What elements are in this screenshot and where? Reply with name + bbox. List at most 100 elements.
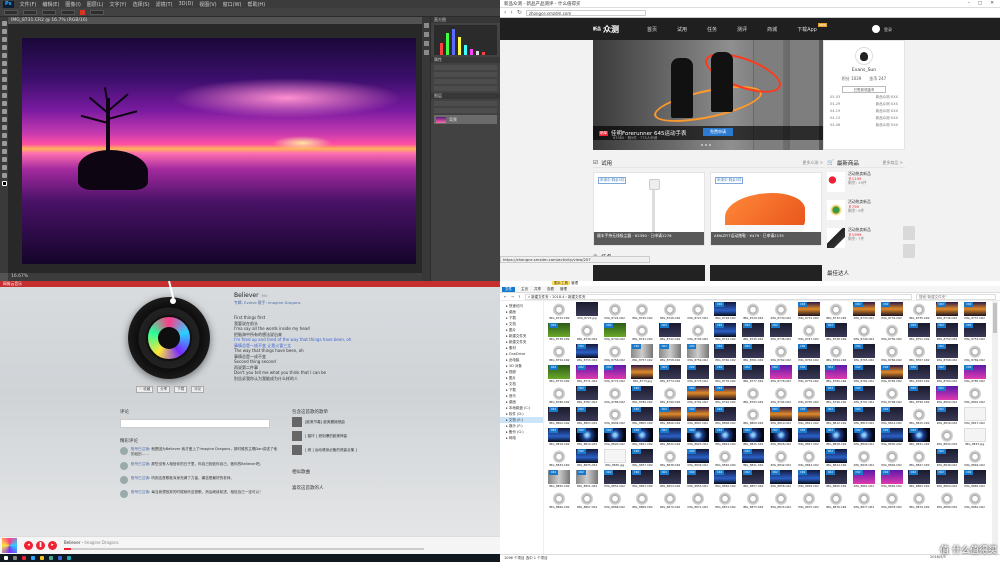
file-thumbnail[interactable]: IMG_8866.CR2 bbox=[546, 490, 573, 511]
avatar[interactable] bbox=[120, 476, 128, 485]
file-thumbnail[interactable]: CR2 IMG_8850.CR2 bbox=[546, 469, 573, 490]
file-thumbnail[interactable]: CR2 IMG_8734.CR2 bbox=[878, 301, 905, 322]
mv-tag[interactable]: MV bbox=[262, 293, 268, 298]
carousel-dot[interactable] bbox=[705, 144, 707, 146]
photoshop-app-icon[interactable] bbox=[31, 556, 35, 560]
eyedropper-tool-icon[interactable] bbox=[1, 61, 7, 66]
ps-canvas-area[interactable] bbox=[8, 24, 422, 273]
file-thumbnail[interactable]: IMG_8876.CR2 bbox=[823, 490, 850, 511]
nav-tree-item[interactable]: ▸ 网络 bbox=[500, 435, 543, 441]
music-app-icon[interactable] bbox=[22, 556, 26, 560]
file-thumbnail[interactable]: CR2 IMG_8731.CR2 bbox=[795, 301, 822, 322]
file-thumbnail[interactable]: CR2 IMG_8811.CR2 bbox=[795, 406, 822, 427]
file-thumbnail[interactable]: IMG_8795.CR2 bbox=[795, 385, 822, 406]
type-tool-icon[interactable] bbox=[1, 141, 7, 146]
file-thumbnail[interactable]: IMG_8804.CR2 bbox=[601, 406, 628, 427]
file-thumbnail[interactable]: CR2 IMG_8760.CR2 bbox=[712, 343, 739, 364]
file-thumbnail[interactable]: CR2 IMG_8829.CR2 bbox=[851, 427, 878, 448]
file-thumbnail[interactable]: CR2 IMG_8759.CR2 bbox=[684, 343, 711, 364]
file-thumbnail[interactable]: CR2 IMG_8797.CR2 bbox=[851, 385, 878, 406]
share-button[interactable]: 分享 bbox=[157, 386, 171, 393]
checkin-button[interactable]: 已签到领金币 bbox=[842, 86, 886, 93]
apply-button[interactable]: 免费申请 bbox=[703, 128, 733, 136]
file-thumbnail[interactable]: CR2 IMG_8820.CR2 bbox=[601, 427, 628, 448]
file-thumbnail[interactable]: CR2 IMG_8770.CR2 bbox=[546, 364, 573, 385]
ps-menu-filter[interactable]: 滤镜(T) bbox=[156, 1, 173, 8]
file-thumbnail[interactable]: IMG_8815.CR2 bbox=[906, 406, 933, 427]
file-thumbnail[interactable]: CR2 IMG_8787.CR2 bbox=[574, 385, 601, 406]
pen-tool-icon[interactable] bbox=[1, 133, 7, 138]
file-thumbnail[interactable]: IMG_8790.CR2 bbox=[657, 385, 684, 406]
foreground-color-icon[interactable] bbox=[1, 181, 7, 186]
file-thumbnail[interactable]: IMG_8723.jpg bbox=[574, 301, 601, 322]
app-icon[interactable] bbox=[67, 556, 71, 560]
file-thumbnail[interactable]: CR2 IMG_8796.CR2 bbox=[823, 385, 850, 406]
footer-album-art[interactable] bbox=[2, 538, 17, 553]
file-thumbnail[interactable]: CR2 IMG_8841.CR2 bbox=[740, 448, 767, 469]
tab-home[interactable]: 主页 bbox=[521, 287, 528, 292]
tab-file[interactable]: 文件 bbox=[502, 286, 515, 292]
ps-menu-image[interactable]: 图像(I) bbox=[65, 1, 80, 8]
newest-more-link[interactable]: 更多商品 > bbox=[882, 160, 903, 166]
ps-menu-help[interactable]: 帮助(H) bbox=[247, 1, 265, 8]
album-art[interactable] bbox=[146, 315, 192, 361]
file-thumbnail[interactable]: IMG_8873.CR2 bbox=[740, 490, 767, 511]
file-thumbnail[interactable]: CR2 IMG_8818.CR2 bbox=[546, 427, 573, 448]
layers-filter-row[interactable] bbox=[434, 101, 497, 106]
file-thumbnail[interactable]: IMG_8747.CR2 bbox=[795, 322, 822, 343]
properties-panel-title[interactable]: 属性 bbox=[431, 57, 500, 63]
file-thumbnail[interactable]: CR2 IMG_8755.CR2 bbox=[574, 343, 601, 364]
file-thumbnail[interactable]: CR2 IMG_8752.CR2 bbox=[934, 322, 961, 343]
character-panel-icon[interactable] bbox=[423, 41, 429, 46]
zoom-tool-icon[interactable] bbox=[1, 173, 7, 178]
layer-background[interactable]: 背景 bbox=[434, 115, 497, 124]
file-thumbnail[interactable]: CR2 IMG_8746.CR2 bbox=[768, 322, 795, 343]
file-thumbnail[interactable]: CR2 IMG_8822.CR2 bbox=[657, 427, 684, 448]
file-thumbnail[interactable]: IMG_8750.CR2 bbox=[878, 322, 905, 343]
file-thumbnail[interactable]: IMG_8730.CR2 bbox=[768, 301, 795, 322]
activity-line[interactable]: 04-13 新品众测·XXX bbox=[824, 116, 904, 121]
playlist-item[interactable]: [欧美节奏] 欧美震撼燃曲 bbox=[292, 417, 372, 427]
file-thumbnail[interactable]: CR2 IMG_8816.CR2 bbox=[934, 406, 961, 427]
dodge-tool-icon[interactable] bbox=[1, 125, 7, 130]
file-thumbnail[interactable]: CR2 IMG_8744.CR2 bbox=[712, 322, 739, 343]
file-thumbnail[interactable]: CR2 IMG_8856.CR2 bbox=[712, 469, 739, 490]
file-thumbnail[interactable]: CR2 IMG_8742.CR2 bbox=[657, 322, 684, 343]
file-thumbnail[interactable]: IMG_8845.CR2 bbox=[851, 448, 878, 469]
avatar[interactable] bbox=[120, 462, 128, 471]
newest-item[interactable]: 活动热卖新品 ￥1199 剩余: 19件 bbox=[827, 171, 905, 198]
comment-user[interactable]: 账号已注销 bbox=[131, 447, 149, 451]
download-button[interactable]: 下载 bbox=[174, 386, 188, 393]
file-thumbnail[interactable]: CR2 IMG_8753.CR2 bbox=[961, 322, 988, 343]
stamp-tool-icon[interactable] bbox=[1, 85, 7, 90]
ps-menu-view[interactable]: 视图(V) bbox=[199, 1, 216, 8]
file-thumbnail[interactable]: CR2 IMG_8799.CR2 bbox=[906, 385, 933, 406]
app-icon[interactable] bbox=[58, 556, 62, 560]
file-thumbnail[interactable]: CR2 IMG_8860.CR2 bbox=[823, 469, 850, 490]
ps-menu-edit[interactable]: 编辑(E) bbox=[42, 1, 59, 8]
up-icon[interactable]: ↑ bbox=[518, 295, 521, 299]
file-thumbnail[interactable]: IMG_8840.CR2 bbox=[712, 448, 739, 469]
file-thumbnail[interactable]: IMG_8874.CR2 bbox=[768, 490, 795, 511]
carousel-dot[interactable] bbox=[709, 144, 711, 146]
back-icon[interactable]: ← bbox=[504, 295, 507, 299]
file-thumbnail[interactable]: CR2 IMG_8803.CR2 bbox=[574, 406, 601, 427]
file-thumbnail[interactable]: IMG_8809.CR2 bbox=[740, 406, 767, 427]
file-thumbnail[interactable]: IMG_8832.CR2 bbox=[934, 427, 961, 448]
healing-tool-icon[interactable] bbox=[1, 69, 7, 74]
playback-progress-bar[interactable] bbox=[64, 548, 424, 550]
username[interactable]: Evans_Sun bbox=[824, 68, 904, 73]
ps-menu-select[interactable]: 选择(S) bbox=[132, 1, 149, 8]
file-thumbnail[interactable]: CR2 IMG_8825.CR2 bbox=[740, 427, 767, 448]
login-link[interactable]: 登录 bbox=[884, 27, 892, 33]
sunset-tree-photo[interactable] bbox=[22, 38, 416, 264]
file-thumbnail[interactable]: CR2 IMG_8858.CR2 bbox=[768, 469, 795, 490]
file-thumbnail[interactable]: CR2 IMG_8789.CR2 bbox=[629, 385, 656, 406]
move-tool-icon[interactable] bbox=[1, 21, 7, 26]
file-thumbnail[interactable]: IMG_8756.CR2 bbox=[601, 343, 628, 364]
file-thumbnail[interactable]: CR2 IMG_8777.CR2 bbox=[740, 364, 767, 385]
file-thumbnail[interactable]: IMG_8794.CR2 bbox=[768, 385, 795, 406]
file-thumbnail[interactable]: CR2 IMG_8835.CR2 bbox=[574, 448, 601, 469]
browser-tab-title[interactable]: 新品众测 - 新品产品测评 - 什么值得买 bbox=[504, 1, 580, 7]
ps-color-swatch[interactable] bbox=[80, 9, 85, 15]
